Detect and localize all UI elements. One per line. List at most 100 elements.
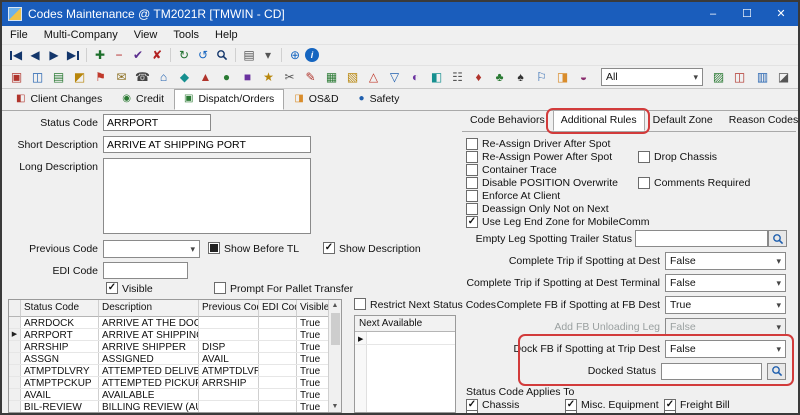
toolbar-shortcut-icon[interactable]: ◫ — [28, 69, 47, 86]
subtab-reason-codes[interactable]: Reason Codes — [721, 110, 800, 131]
scroll-up-icon[interactable]: ▲ — [332, 300, 339, 311]
first-record-icon[interactable]: ◀ — [7, 47, 25, 64]
grid-row[interactable]: ▶ARRPORTARRIVE AT SHIPPING PORTTrue — [9, 329, 328, 341]
toolbar-shortcut-icon[interactable]: ◪ — [774, 69, 793, 86]
toolbar-shortcut-icon[interactable]: ✉ — [112, 69, 131, 86]
menu-tools[interactable]: Tools — [165, 26, 207, 45]
find-icon[interactable] — [213, 47, 231, 64]
grid-row[interactable]: ARRSHIPARRIVE SHIPPERDISPTrue — [9, 341, 328, 353]
globe-icon[interactable]: ⊕ — [286, 47, 304, 64]
toolbar-shortcut-icon[interactable]: ▧ — [343, 69, 362, 86]
toolbar-shortcut-icon[interactable]: ◧ — [427, 69, 446, 86]
show-before-tl-checkbox[interactable] — [208, 242, 220, 254]
previous-record-icon[interactable]: ◀ — [26, 47, 44, 64]
tab-credit[interactable]: ◉Credit — [112, 89, 174, 110]
subtab-default-zone[interactable]: Default Zone — [645, 110, 721, 131]
disable-position-overwrite-checkbox[interactable] — [466, 177, 478, 189]
save-icon[interactable]: ✔ — [129, 47, 147, 64]
toolbar-shortcut-icon[interactable]: ▨ — [709, 69, 728, 86]
maximize-button[interactable]: ☐ — [730, 2, 764, 26]
toolbar-shortcut-icon[interactable]: ✂ — [280, 69, 299, 86]
grid-column-header[interactable]: Status Code — [21, 300, 99, 317]
toolbar-shortcut-icon[interactable]: ♦ — [469, 69, 488, 86]
complete-trip-if-spotting-at-dest-terminal-combo[interactable]: False▾ — [665, 274, 786, 292]
toolbar-shortcut-icon[interactable]: ◩ — [70, 69, 89, 86]
menu-help[interactable]: Help — [207, 26, 246, 45]
docked-status-field[interactable] — [661, 363, 762, 380]
menu-view[interactable]: View — [126, 26, 166, 45]
last-record-icon[interactable]: ▶ — [64, 47, 82, 64]
toolbar-shortcut-icon[interactable]: ◨ — [553, 69, 572, 86]
applies-to-checkbox[interactable] — [466, 410, 478, 415]
toolbar-shortcut-icon[interactable]: ♠ — [511, 69, 530, 86]
restrict-next-status-checkbox[interactable] — [354, 298, 366, 310]
empty-leg-spotting-field[interactable] — [635, 230, 768, 247]
cancel-icon[interactable]: ✘ — [148, 47, 166, 64]
grid-row[interactable]: BIL-REVIEWBILLING REVIEW (AUDIT)True — [9, 401, 328, 413]
grid-row[interactable]: ATMPTPCKUPATTEMPTED PICKUPARRSHIPTrue — [9, 377, 328, 389]
toolbar-shortcut-icon[interactable]: ✎ — [301, 69, 320, 86]
applies-to-checkbox[interactable] — [565, 410, 577, 415]
toolbar-shortcut-icon[interactable]: ◐ — [406, 69, 425, 86]
print-options-dropdown-icon[interactable]: ▾ — [259, 47, 277, 64]
grid-row[interactable]: ASSGNASSIGNEDAVAILTrue — [9, 353, 328, 365]
edi-code-input[interactable] — [103, 262, 188, 279]
container-trace-checkbox[interactable] — [466, 164, 478, 176]
refresh-icon[interactable]: ↻ — [175, 47, 193, 64]
previous-code-combo[interactable]: ▾ — [103, 240, 200, 258]
toolbar-shortcut-icon[interactable]: ◒ — [574, 69, 593, 86]
subtab-additional-rules[interactable]: Additional Rules — [553, 110, 645, 131]
info-icon[interactable]: i — [305, 48, 319, 62]
toolbar-shortcut-icon[interactable]: ▤ — [49, 69, 68, 86]
close-button[interactable]: ✕ — [764, 2, 798, 26]
minimize-button[interactable]: – — [696, 2, 730, 26]
toolbar-shortcut-icon[interactable]: ☷ — [448, 69, 467, 86]
status-code-input[interactable] — [103, 114, 211, 131]
dock-fb-if-spotting-at-trip-dest-combo[interactable]: False▾ — [665, 340, 786, 358]
complete-fb-if-spotting-at-fb-dest-combo[interactable]: True▾ — [665, 296, 786, 314]
grid-column-header[interactable]: Description — [99, 300, 199, 317]
long-description-input[interactable] — [103, 158, 311, 234]
toolbar-shortcut-icon[interactable]: ⌂ — [154, 69, 173, 86]
delete-record-icon[interactable]: − — [110, 47, 128, 64]
prompt-pallet-checkbox[interactable] — [214, 282, 226, 294]
toolbar-shortcut-icon[interactable]: ▣ — [7, 69, 26, 86]
print-icon[interactable]: ▤ — [240, 47, 258, 64]
toolbar-shortcut-icon[interactable]: △ — [364, 69, 383, 86]
enforce-at-client-checkbox[interactable] — [466, 190, 478, 202]
toolbar-shortcut-icon[interactable]: ▥ — [753, 69, 772, 86]
visible-checkbox[interactable] — [106, 282, 118, 294]
show-description-checkbox[interactable] — [323, 242, 335, 254]
scrollbar-thumb[interactable] — [331, 313, 340, 345]
menu-multi-company[interactable]: Multi-Company — [36, 26, 126, 45]
applies-to-checkbox[interactable] — [664, 410, 676, 415]
comments-required-checkbox[interactable] — [638, 177, 650, 189]
toolbar-shortcut-icon[interactable]: ☎ — [133, 69, 152, 86]
empty-leg-lookup-button[interactable] — [768, 230, 787, 247]
grid-scrollbar[interactable]: ▲ ▼ — [328, 300, 341, 412]
toolbar-shortcut-icon[interactable]: ▲ — [196, 69, 215, 86]
undo-icon[interactable]: ↺ — [194, 47, 212, 64]
add-fb-unloading-leg-combo[interactable]: False▾ — [665, 318, 786, 336]
deassign-only-not-on-next-checkbox[interactable] — [466, 203, 478, 215]
subtab-code-behaviors[interactable]: Code Behaviors — [462, 110, 553, 131]
toolbar-shortcut-icon[interactable]: ▽ — [385, 69, 404, 86]
re-assign-driver-after-spot-checkbox[interactable] — [466, 138, 478, 150]
re-assign-power-after-spot-checkbox[interactable] — [466, 151, 478, 163]
grid-row[interactable]: ATMPTDLVRYATTEMPTED DELIVERYATMPTDLVRYTr… — [9, 365, 328, 377]
next-record-icon[interactable]: ▶ — [45, 47, 63, 64]
menu-file[interactable]: File — [2, 26, 36, 45]
tab-safety[interactable]: ●Safety — [349, 89, 410, 110]
docked-status-lookup-button[interactable] — [767, 363, 786, 380]
toolbar-shortcut-icon[interactable]: ● — [217, 69, 236, 86]
toolbar-shortcut-icon[interactable]: ◆ — [175, 69, 194, 86]
tab-client-changes[interactable]: ◧Client Changes — [6, 89, 112, 110]
toolbar-shortcut-icon[interactable]: ▦ — [322, 69, 341, 86]
tab-dispatch-orders[interactable]: ▣Dispatch/Orders — [174, 89, 284, 110]
toolbar-shortcut-icon[interactable]: ★ — [259, 69, 278, 86]
toolbar-shortcut-icon[interactable]: ◫ — [730, 69, 749, 86]
short-description-input[interactable] — [103, 136, 311, 153]
grid-row[interactable]: AVAILAVAILABLETrue — [9, 389, 328, 401]
grid-column-header[interactable]: Visible — [297, 300, 329, 317]
drop-chassis-checkbox[interactable] — [638, 151, 650, 163]
